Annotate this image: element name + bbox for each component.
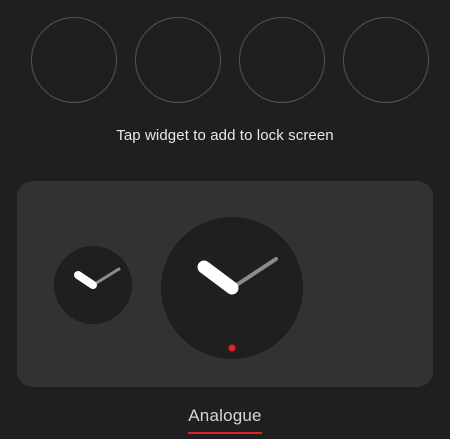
lock-screen-slot-3[interactable] bbox=[239, 17, 325, 103]
widgets-panel bbox=[17, 181, 433, 387]
analogue-clock-icon bbox=[54, 246, 132, 324]
hint-text: Tap widget to add to lock screen bbox=[116, 127, 334, 144]
lock-screen-slot-4[interactable] bbox=[343, 17, 429, 103]
lock-screen-slot-1[interactable] bbox=[31, 17, 117, 103]
selected-indicator-dot bbox=[228, 344, 236, 352]
tab-analogue[interactable]: Analogue bbox=[0, 406, 450, 434]
analogue-clock-large-widget[interactable] bbox=[161, 217, 303, 359]
analogue-clock-icon bbox=[161, 217, 303, 359]
tab-analogue-label: Analogue bbox=[188, 406, 262, 434]
lock-screen-slot-2[interactable] bbox=[135, 17, 221, 103]
analogue-clock-small-widget[interactable] bbox=[54, 246, 132, 324]
